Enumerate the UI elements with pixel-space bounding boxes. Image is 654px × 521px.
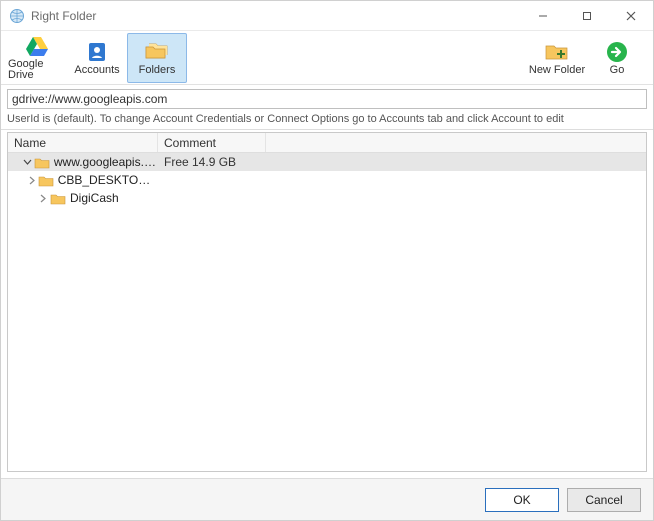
tree-row[interactable]: DigiCash (8, 189, 646, 207)
folder-icon (34, 155, 50, 169)
column-header-name[interactable]: Name (8, 133, 158, 152)
tree-item-label: DigiCash (70, 191, 119, 205)
app-icon (9, 8, 25, 24)
column-header-spacer (266, 133, 646, 152)
address-row (1, 85, 653, 111)
window-controls (521, 1, 653, 30)
title-bar: Right Folder (1, 1, 653, 31)
chevron-right-icon[interactable] (36, 194, 50, 203)
tree-row[interactable]: CBB_DESKTOP-J4BU010 (8, 171, 646, 189)
folders-icon (143, 41, 171, 63)
accounts-icon (83, 41, 111, 63)
new-folder-button[interactable]: New Folder (527, 33, 587, 83)
dialog-footer: OK Cancel (1, 478, 653, 520)
tree-row-root[interactable]: www.googleapis.com Free 14.9 GB (8, 153, 646, 171)
google-drive-icon (23, 35, 51, 57)
address-input[interactable] (7, 89, 647, 109)
folder-icon (50, 191, 66, 205)
cancel-button[interactable]: Cancel (567, 488, 641, 512)
tree-body[interactable]: www.googleapis.com Free 14.9 GB CBB_DESK… (8, 153, 646, 471)
maximize-button[interactable] (565, 1, 609, 30)
new-folder-icon (543, 41, 571, 63)
toolbar-label: New Folder (529, 65, 585, 76)
ok-button[interactable]: OK (485, 488, 559, 512)
column-header-comment[interactable]: Comment (158, 133, 266, 152)
chevron-down-icon[interactable] (21, 158, 34, 167)
toolbar-label: Go (610, 65, 625, 76)
folder-tree: Name Comment www.googleapis.com Free 14.… (7, 132, 647, 472)
toolbar-label: Google Drive (8, 59, 66, 81)
toolbar-label: Folders (139, 65, 176, 76)
tree-item-label: www.googleapis.com (54, 155, 158, 169)
accounts-button[interactable]: Accounts (67, 33, 127, 83)
tree-item-comment: Free 14.9 GB (158, 155, 266, 169)
folder-icon (38, 173, 54, 187)
info-message: UserId is (default). To change Account C… (1, 111, 653, 130)
right-folder-dialog: Right Folder Google Drive Accounts Folde… (0, 0, 654, 521)
toolbar: Google Drive Accounts Folders New Folder (1, 31, 653, 85)
tree-item-label: CBB_DESKTOP-J4BU010 (58, 173, 158, 187)
toolbar-label: Accounts (74, 65, 119, 76)
chevron-right-icon[interactable] (28, 176, 38, 185)
close-button[interactable] (609, 1, 653, 30)
minimize-button[interactable] (521, 1, 565, 30)
go-icon (603, 41, 631, 63)
google-drive-button[interactable]: Google Drive (7, 33, 67, 83)
folders-button[interactable]: Folders (127, 33, 187, 83)
window-title: Right Folder (31, 9, 96, 23)
tree-header: Name Comment (8, 133, 646, 153)
go-button[interactable]: Go (587, 33, 647, 83)
